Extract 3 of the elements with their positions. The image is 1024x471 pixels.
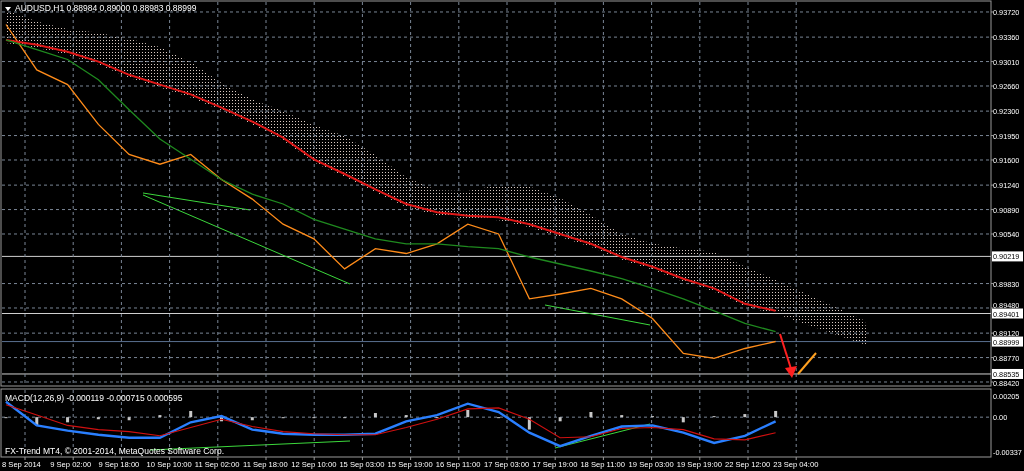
copyright-text: FX-Trend MT4, © 2001-2014, MetaQuotes Software Corp. — [5, 446, 225, 456]
macd-label: MACD(12,26,9) -0.000119 -0.000715 0.000595 — [5, 393, 183, 403]
chart-title: AUDUSD,H1 0.88984 0.89000 0.88983 0.88999 — [15, 3, 197, 13]
